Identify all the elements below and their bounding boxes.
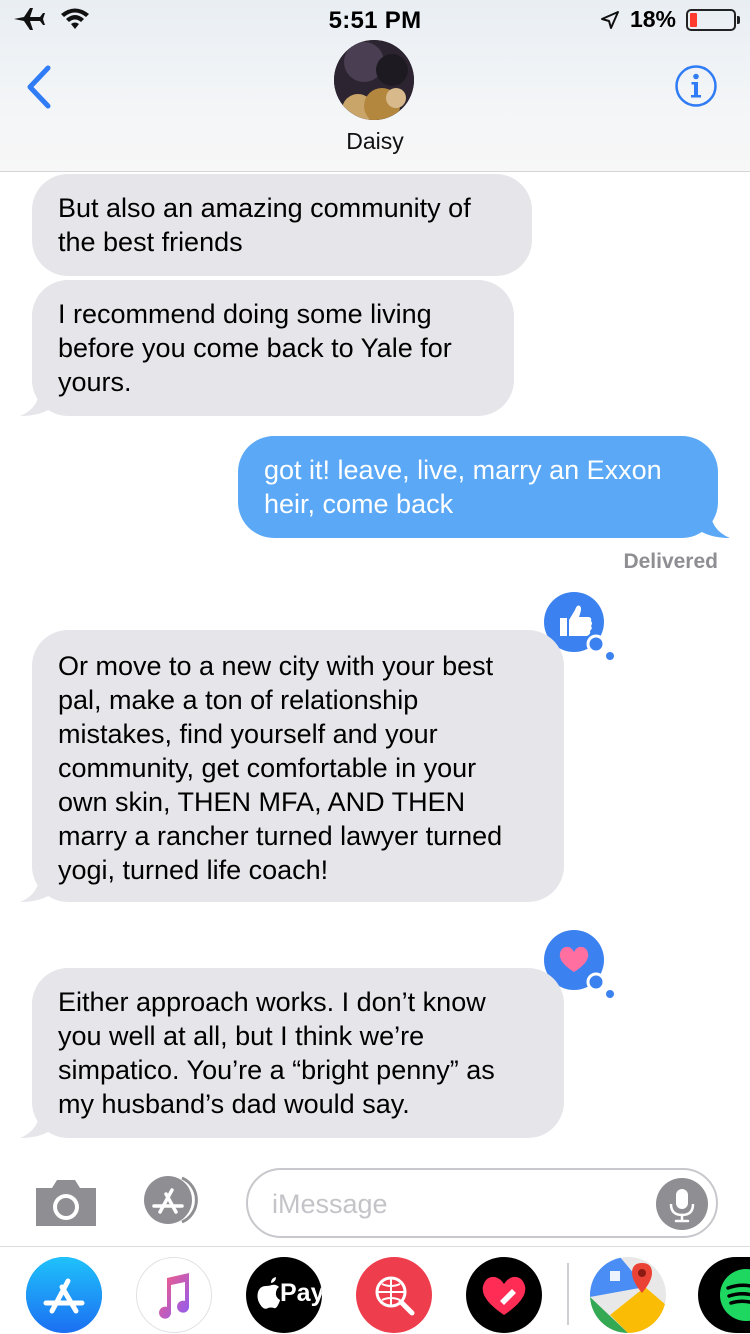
search-images-icon[interactable] bbox=[356, 1257, 432, 1333]
globe-search-icon bbox=[375, 1276, 415, 1316]
app-drawer: Pay bbox=[0, 1246, 750, 1334]
message-bubble-incoming[interactable]: But also an amazing community of the bes… bbox=[32, 174, 532, 276]
app-store-icon[interactable] bbox=[138, 1172, 214, 1228]
message-text: But also an amazing community of the bes… bbox=[58, 193, 471, 257]
bubble-tail bbox=[20, 872, 54, 902]
contact-avatar[interactable] bbox=[334, 40, 414, 120]
conversation-header: 5:51 PM 18% Daisy bbox=[0, 0, 750, 172]
digital-touch-icon[interactable] bbox=[466, 1257, 542, 1333]
message-bubble-incoming[interactable]: I recommend doing some living before you… bbox=[32, 280, 514, 416]
message-input-bar bbox=[0, 1148, 750, 1248]
back-chevron-icon[interactable] bbox=[20, 62, 60, 112]
message-bubble-incoming[interactable]: Either approach works. I don’t know you … bbox=[32, 968, 564, 1138]
spotify-logo-icon bbox=[720, 1269, 750, 1321]
heart-touch-icon bbox=[482, 1276, 526, 1315]
avatar-photo bbox=[334, 40, 414, 120]
location-arrow-icon bbox=[600, 10, 619, 29]
message-text: got it! leave, live, marry an Exxon heir… bbox=[264, 455, 662, 519]
message-text: Or move to a new city with your best pal… bbox=[58, 651, 503, 885]
message-text: Either approach works. I don’t know you … bbox=[58, 987, 495, 1119]
message-field[interactable] bbox=[246, 1168, 718, 1238]
google-maps-icon[interactable] bbox=[590, 1257, 666, 1333]
music-icon[interactable] bbox=[136, 1257, 212, 1333]
message-bubble-incoming[interactable]: Or move to a new city with your best pal… bbox=[32, 630, 564, 902]
bubble-tail bbox=[20, 1108, 54, 1138]
battery-percent: 18% bbox=[629, 6, 676, 32]
spotify-icon[interactable] bbox=[698, 1257, 750, 1333]
music-note-icon bbox=[159, 1273, 190, 1319]
status-bar: 5:51 PM 18% bbox=[0, 0, 750, 40]
battery-icon bbox=[686, 8, 740, 31]
apple-pay-label: Pay bbox=[280, 1279, 322, 1307]
bubble-tail bbox=[696, 508, 730, 538]
map-pin-icon bbox=[590, 1257, 666, 1333]
bubble-tail bbox=[20, 386, 54, 416]
status-right: 18% bbox=[600, 6, 740, 33]
apple-pay-icon[interactable]: Pay bbox=[246, 1257, 322, 1333]
drawer-divider bbox=[567, 1263, 569, 1325]
imessage-input[interactable] bbox=[272, 1184, 632, 1224]
microphone-icon bbox=[669, 1189, 695, 1223]
app-store-drawer-icon[interactable] bbox=[26, 1257, 102, 1333]
app-store-glyph-icon bbox=[26, 1257, 102, 1333]
contact-name[interactable]: Daisy bbox=[0, 128, 750, 155]
message-text: I recommend doing some living before you… bbox=[58, 299, 452, 397]
delivered-status: Delivered bbox=[623, 550, 718, 573]
camera-icon[interactable] bbox=[32, 1176, 100, 1228]
microphone-button[interactable] bbox=[656, 1178, 708, 1230]
message-bubble-outgoing[interactable]: got it! leave, live, marry an Exxon heir… bbox=[238, 436, 718, 538]
info-icon[interactable] bbox=[674, 64, 718, 108]
